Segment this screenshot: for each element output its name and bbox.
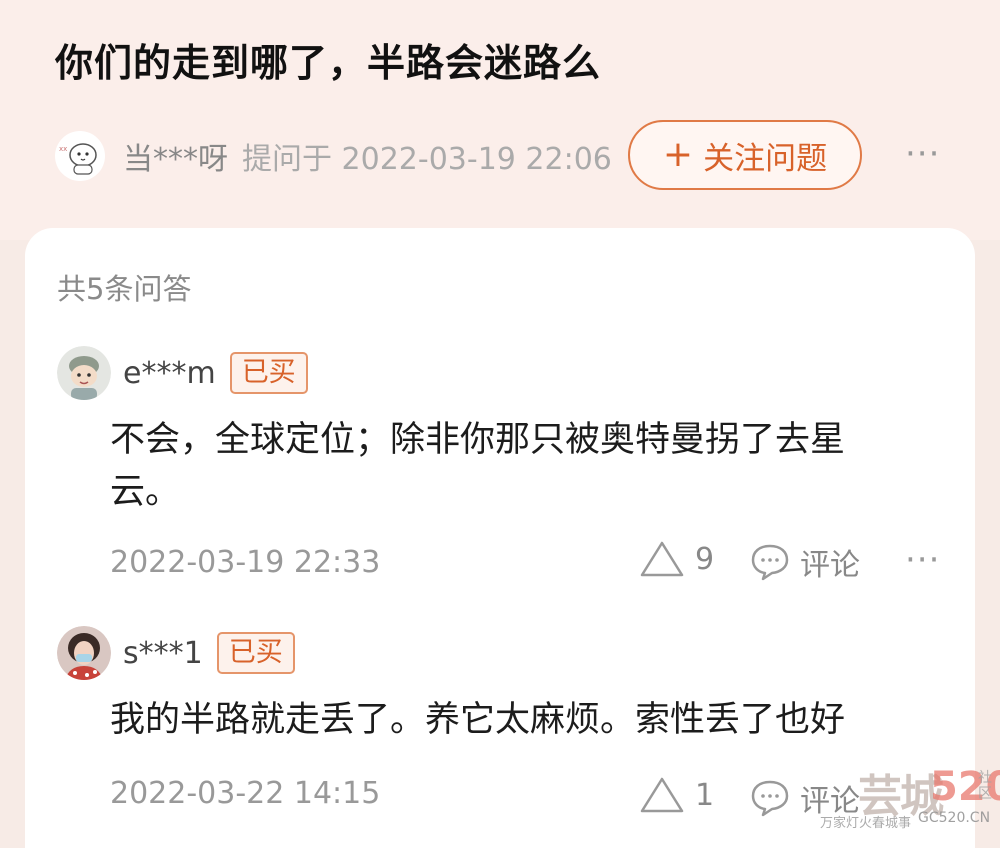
answer-user-2[interactable]: s***1 已买 (57, 626, 295, 680)
comment-button[interactable]: 评论 (750, 540, 860, 584)
answers-card: 共5条问答 e***m 已买 不会，全球定位；除非你那只被奥特曼拐了去星云。 2… (25, 228, 975, 848)
svg-text:xx: xx (59, 145, 67, 153)
answer-user-1[interactable]: e***m 已买 (57, 346, 308, 400)
answer-time: 2022-03-22 14:15 (110, 776, 381, 811)
avatar-icon: xx (59, 143, 97, 175)
answer-username[interactable]: e***m (123, 356, 216, 391)
asker-info[interactable]: xx 当***呀 提问于 2022-03-19 22:06 (55, 128, 612, 184)
like-button[interactable]: 9 (639, 540, 714, 578)
answers-count: 共5条问答 (57, 272, 192, 306)
like-button[interactable]: 1 (639, 776, 714, 814)
more-dots-icon[interactable]: ··· (905, 540, 940, 580)
avatar[interactable] (57, 626, 111, 680)
comment-label: 评论 (800, 548, 860, 583)
watermark: 芸城 520 社区 万家灯火春城事 GC520.CN (800, 760, 1000, 831)
asker-name[interactable]: 当***呀 (123, 134, 228, 178)
asked-time: 提问于 2022-03-19 22:06 (242, 142, 612, 177)
avatar-icon (57, 346, 111, 400)
watermark-url: GC520.CN (918, 810, 991, 826)
question-title: 你们的走到哪了，半路会迷路么 (55, 41, 602, 85)
plus-icon: + (662, 134, 694, 175)
answer-text: 不会，全球定位；除非你那只被奥特曼拐了去星云。 (110, 420, 846, 512)
more-dots-icon[interactable]: ··· (905, 134, 940, 174)
avatar-icon (57, 626, 111, 680)
comment-bubble-icon (751, 544, 789, 581)
like-count: 9 (695, 541, 715, 577)
answer-text: 我的半路就走丢了。养它太麻烦。索性丢了也好 (110, 700, 846, 740)
answer-username[interactable]: s***1 (123, 636, 203, 671)
avatar[interactable] (57, 346, 111, 400)
follow-label: 关注问题 (703, 140, 828, 177)
like-triangle-icon (640, 541, 684, 577)
question-header: 你们的走到哪了，半路会迷路么 xx 当***呀 提问于 2022-03-19 2… (0, 0, 1000, 240)
watermark-site-name: 万家灯火春城事 (820, 816, 912, 831)
comment-bubble-icon (751, 780, 789, 817)
asker-avatar[interactable]: xx (55, 131, 105, 181)
follow-question-button[interactable]: + 关注问题 (628, 120, 862, 190)
like-count: 1 (695, 777, 715, 813)
like-triangle-icon (640, 777, 684, 813)
answer-time: 2022-03-19 22:33 (110, 545, 381, 580)
purchased-badge: 已买 (229, 352, 308, 394)
purchased-badge: 已买 (216, 632, 295, 674)
watermark-side-text: 社区 (978, 770, 992, 802)
